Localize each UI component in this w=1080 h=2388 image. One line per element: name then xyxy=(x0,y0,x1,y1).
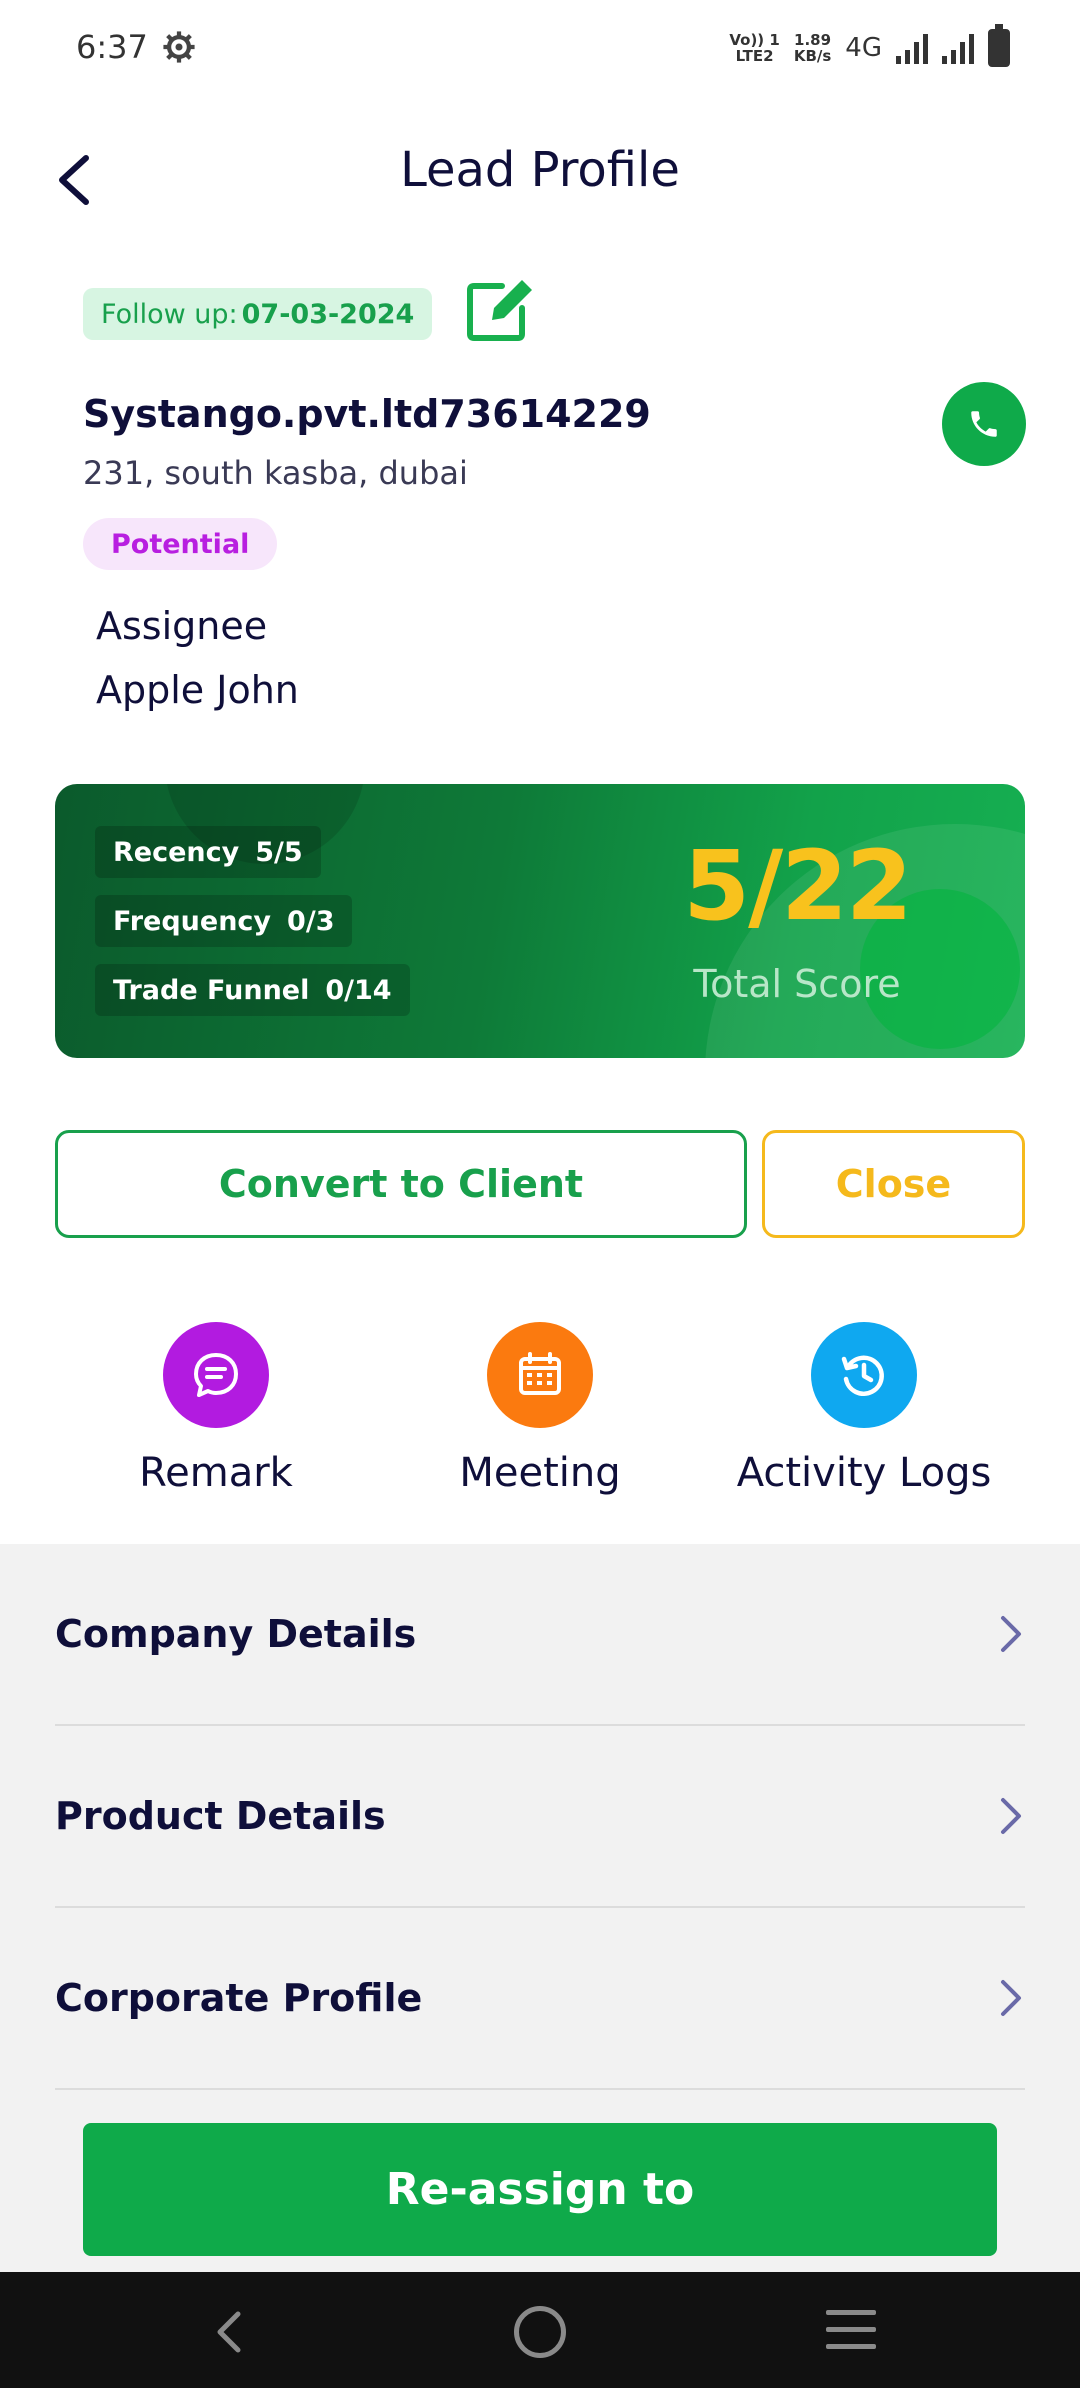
call-button[interactable] xyxy=(942,382,1026,466)
meeting-action[interactable]: Meeting xyxy=(378,1322,702,1496)
meeting-label: Meeting xyxy=(459,1450,621,1496)
network-speed: 1.89 KB/s xyxy=(793,31,832,65)
network-type: 4G xyxy=(845,33,882,63)
activity-logs-label: Activity Logs xyxy=(736,1450,992,1496)
reassign-button[interactable]: Re-assign to xyxy=(83,2123,997,2256)
metric-frequency: Frequency 0/3 xyxy=(95,895,353,947)
status-bar: 6:37 Vo)) 1 LTE2 1.89 KB/s 4G xyxy=(0,0,1080,100)
total-score-label: Total Score xyxy=(693,962,901,1006)
metric-trade-funnel: Trade Funnel 0/14 xyxy=(95,964,410,1016)
battery-icon xyxy=(988,24,1010,67)
metric-label: Trade Funnel xyxy=(113,974,310,1006)
signal-icon xyxy=(896,32,928,64)
settings-gear-icon xyxy=(163,31,195,63)
assignee-label: Assignee xyxy=(96,604,268,648)
nav-home-icon[interactable] xyxy=(514,2306,566,2358)
metric-recency: Recency 5/5 xyxy=(95,826,321,878)
company-address: 231, south kasba, dubai xyxy=(83,454,468,492)
signal-icon-2 xyxy=(942,32,974,64)
page-title: Lead Profile xyxy=(400,142,680,198)
system-nav-bar xyxy=(0,2272,1080,2388)
status-time: 6:37 xyxy=(76,28,148,66)
nav-recents-icon[interactable] xyxy=(826,2310,876,2350)
chat-icon xyxy=(163,1322,269,1428)
detail-label: Company Details xyxy=(55,1612,417,1656)
activity-logs-action[interactable]: Activity Logs xyxy=(702,1322,1026,1496)
status-badge: Potential xyxy=(83,518,278,570)
edit-icon[interactable] xyxy=(462,272,536,346)
phone-icon xyxy=(971,411,997,437)
company-name: Systango.pvt.ltd73614229 xyxy=(83,392,651,436)
close-button[interactable]: Close xyxy=(762,1130,1025,1238)
metric-value: 0/14 xyxy=(325,974,392,1006)
metric-label: Recency xyxy=(113,836,240,868)
follow-up-date: 07-03-2024 xyxy=(241,298,415,330)
metric-value: 0/3 xyxy=(287,905,335,937)
company-details-row[interactable]: Company Details xyxy=(55,1544,1025,1726)
chevron-right-icon xyxy=(1001,1798,1021,1834)
score-card: Recency 5/5 Frequency 0/3 Trade Funnel 0… xyxy=(55,784,1025,1058)
metric-value: 5/5 xyxy=(255,836,303,868)
follow-up-label: Follow up: xyxy=(101,298,238,330)
chevron-right-icon xyxy=(1001,1980,1021,2016)
total-score-value: 5/22 xyxy=(683,830,912,942)
remark-label: Remark xyxy=(139,1450,293,1496)
corporate-profile-row[interactable]: Corporate Profile xyxy=(55,1908,1025,2090)
history-icon xyxy=(811,1322,917,1428)
status-icons: Vo)) 1 LTE2 1.89 KB/s 4G xyxy=(729,24,1010,72)
remark-action[interactable]: Remark xyxy=(54,1322,378,1496)
assignee-name: Apple John xyxy=(96,668,299,712)
volte-indicator: Vo)) 1 LTE2 xyxy=(729,31,780,65)
detail-label: Product Details xyxy=(55,1794,386,1838)
detail-label: Corporate Profile xyxy=(55,1976,423,2020)
chevron-right-icon xyxy=(1001,1616,1021,1652)
follow-up-badge: Follow up: 07-03-2024 xyxy=(83,288,433,340)
nav-back-icon[interactable] xyxy=(200,2302,260,2362)
product-details-row[interactable]: Product Details xyxy=(55,1726,1025,1908)
calendar-icon xyxy=(487,1322,593,1428)
metric-label: Frequency xyxy=(113,905,272,937)
convert-to-client-button[interactable]: Convert to Client xyxy=(55,1130,747,1238)
